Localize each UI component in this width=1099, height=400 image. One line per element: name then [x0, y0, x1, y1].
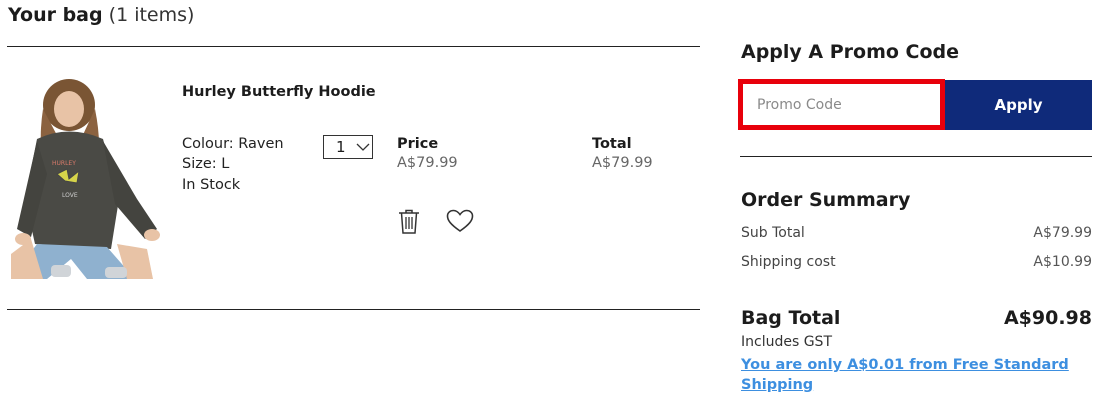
order-summary-title: Order Summary: [741, 189, 911, 211]
subtotal-value: A$79.99: [1033, 225, 1092, 241]
product-name[interactable]: Hurley Butterfly Hoodie: [182, 84, 376, 100]
trash-icon: [399, 209, 419, 234]
product-size: Size: L: [182, 156, 230, 172]
promo-title: Apply A Promo Code: [741, 41, 960, 63]
bag-heading: Your bag (1 items): [8, 2, 194, 28]
bag-title: Your bag: [8, 4, 103, 26]
chevron-down-icon: [356, 143, 370, 151]
divider-summary: [740, 156, 1092, 157]
subtotal-label: Sub Total: [741, 225, 805, 241]
promo-input-wrapper: [738, 79, 945, 130]
add-to-wishlist-button[interactable]: [446, 209, 474, 237]
quantity-select[interactable]: 1: [323, 135, 373, 159]
divider-top: [7, 46, 700, 47]
quantity-value: 1: [336, 138, 346, 156]
svg-text:HURLEY: HURLEY: [52, 160, 76, 167]
promo-code-input[interactable]: [743, 84, 940, 125]
free-shipping-link[interactable]: You are only A$0.01 from Free Standard S…: [741, 355, 1081, 395]
shipping-value: A$10.99: [1033, 254, 1092, 270]
apply-promo-button[interactable]: Apply: [945, 80, 1092, 130]
heart-icon: [446, 209, 474, 232]
shipping-label: Shipping cost: [741, 254, 836, 270]
total-label: Total: [592, 136, 632, 152]
stock-status: In Stock: [182, 177, 241, 193]
bag-total-value: A$90.98: [1003, 307, 1092, 329]
gst-note: Includes GST: [741, 334, 832, 350]
bag-item-count: (1 items): [108, 4, 195, 26]
price-label: Price: [397, 136, 439, 152]
svg-text:LOVE: LOVE: [62, 192, 78, 199]
remove-item-button[interactable]: [398, 209, 420, 239]
bag-total-label: Bag Total: [741, 307, 841, 329]
product-image[interactable]: HURLEY LOVE: [7, 79, 167, 279]
price-value: A$79.99: [397, 155, 458, 171]
divider-bottom: [7, 309, 700, 310]
product-colour: Colour: Raven: [182, 136, 284, 152]
total-value: A$79.99: [592, 155, 653, 171]
